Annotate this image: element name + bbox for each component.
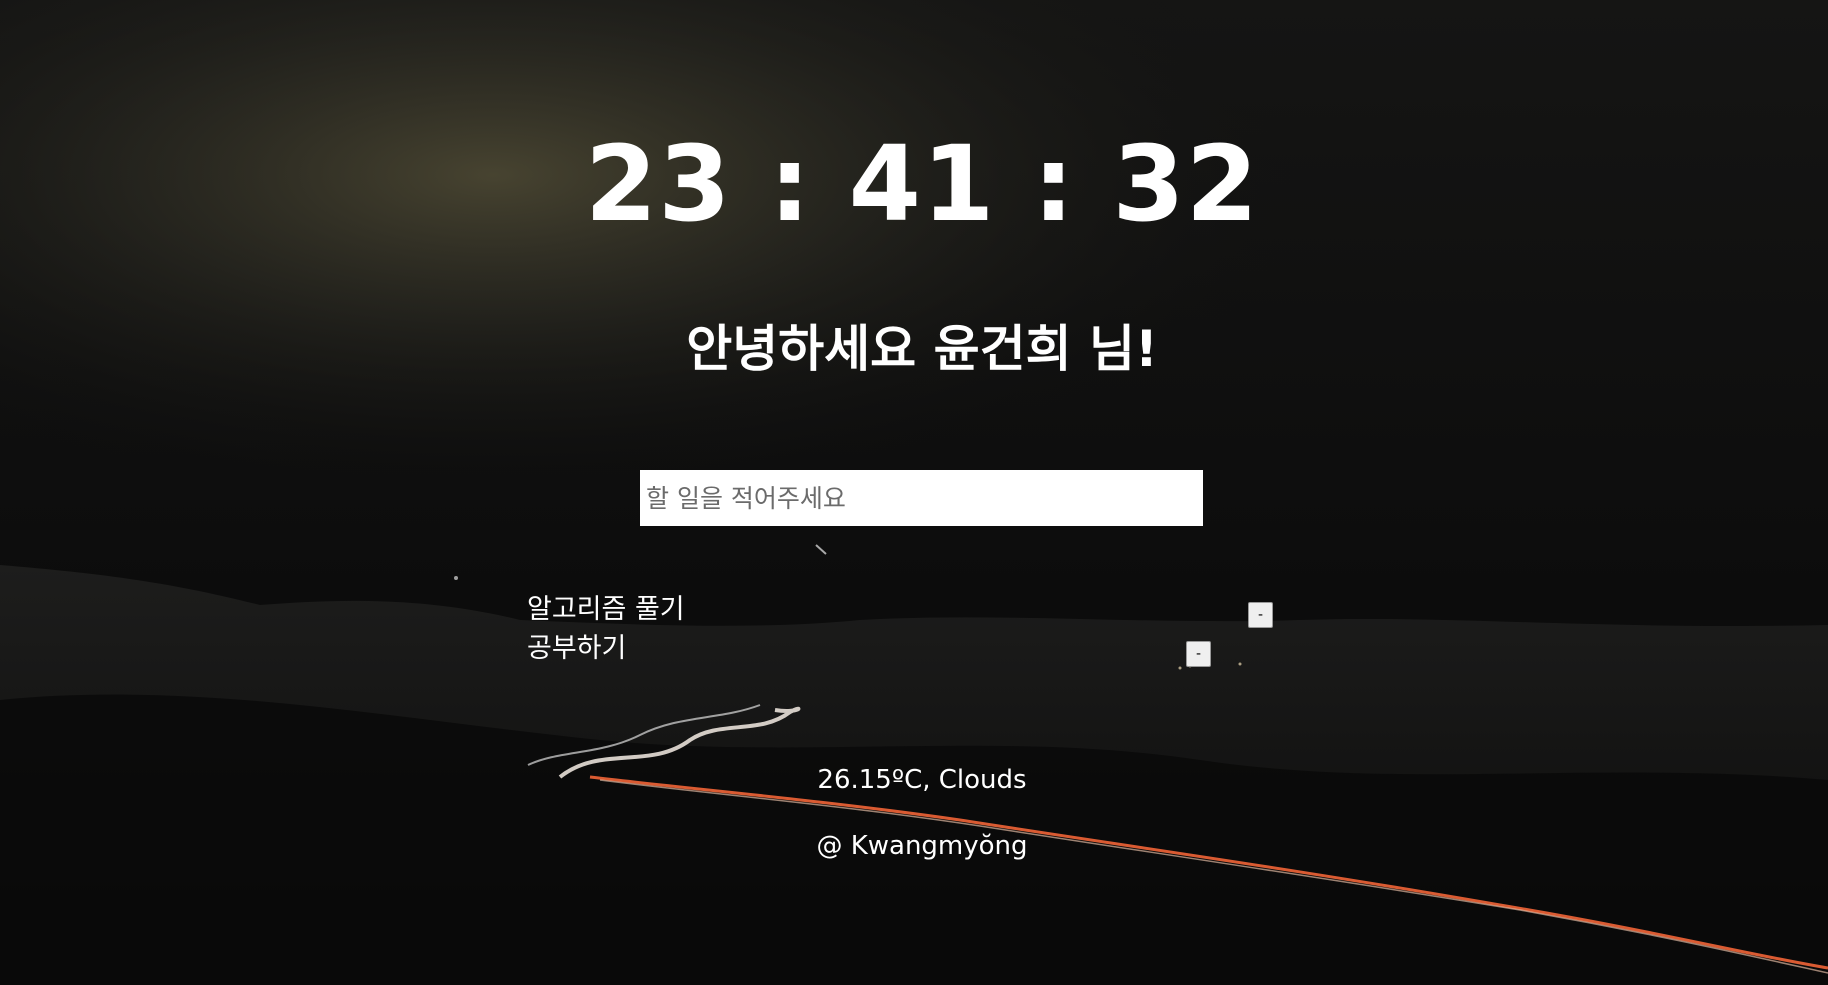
greeting-message: 안녕하세요 윤건희 님! [686, 320, 1158, 378]
todo-item-text: 알고리즘 풀기 [527, 594, 685, 625]
todo-form [640, 470, 1203, 526]
todo-item-text: 공부하기 [527, 633, 627, 664]
weather-summary: 26.15ºC, Clouds [817, 765, 1027, 795]
todo-list: 알고리즘 풀기 - 공부하기 - [527, 590, 1273, 668]
weather-location: @ Kwangmyŏng [816, 831, 1028, 861]
todo-input[interactable] [640, 470, 1203, 526]
todo-delete-button[interactable]: - [1186, 641, 1211, 667]
app-screen: 23 : 41 : 32 안녕하세요 윤건희 님! 알고리즘 풀기 - 공부하기… [0, 0, 1828, 985]
todo-delete-button[interactable]: - [1248, 602, 1273, 628]
clock: 23 : 41 : 32 [584, 123, 1260, 245]
todo-item: 알고리즘 풀기 - [527, 590, 1273, 629]
todo-item: 공부하기 - [527, 629, 1211, 668]
